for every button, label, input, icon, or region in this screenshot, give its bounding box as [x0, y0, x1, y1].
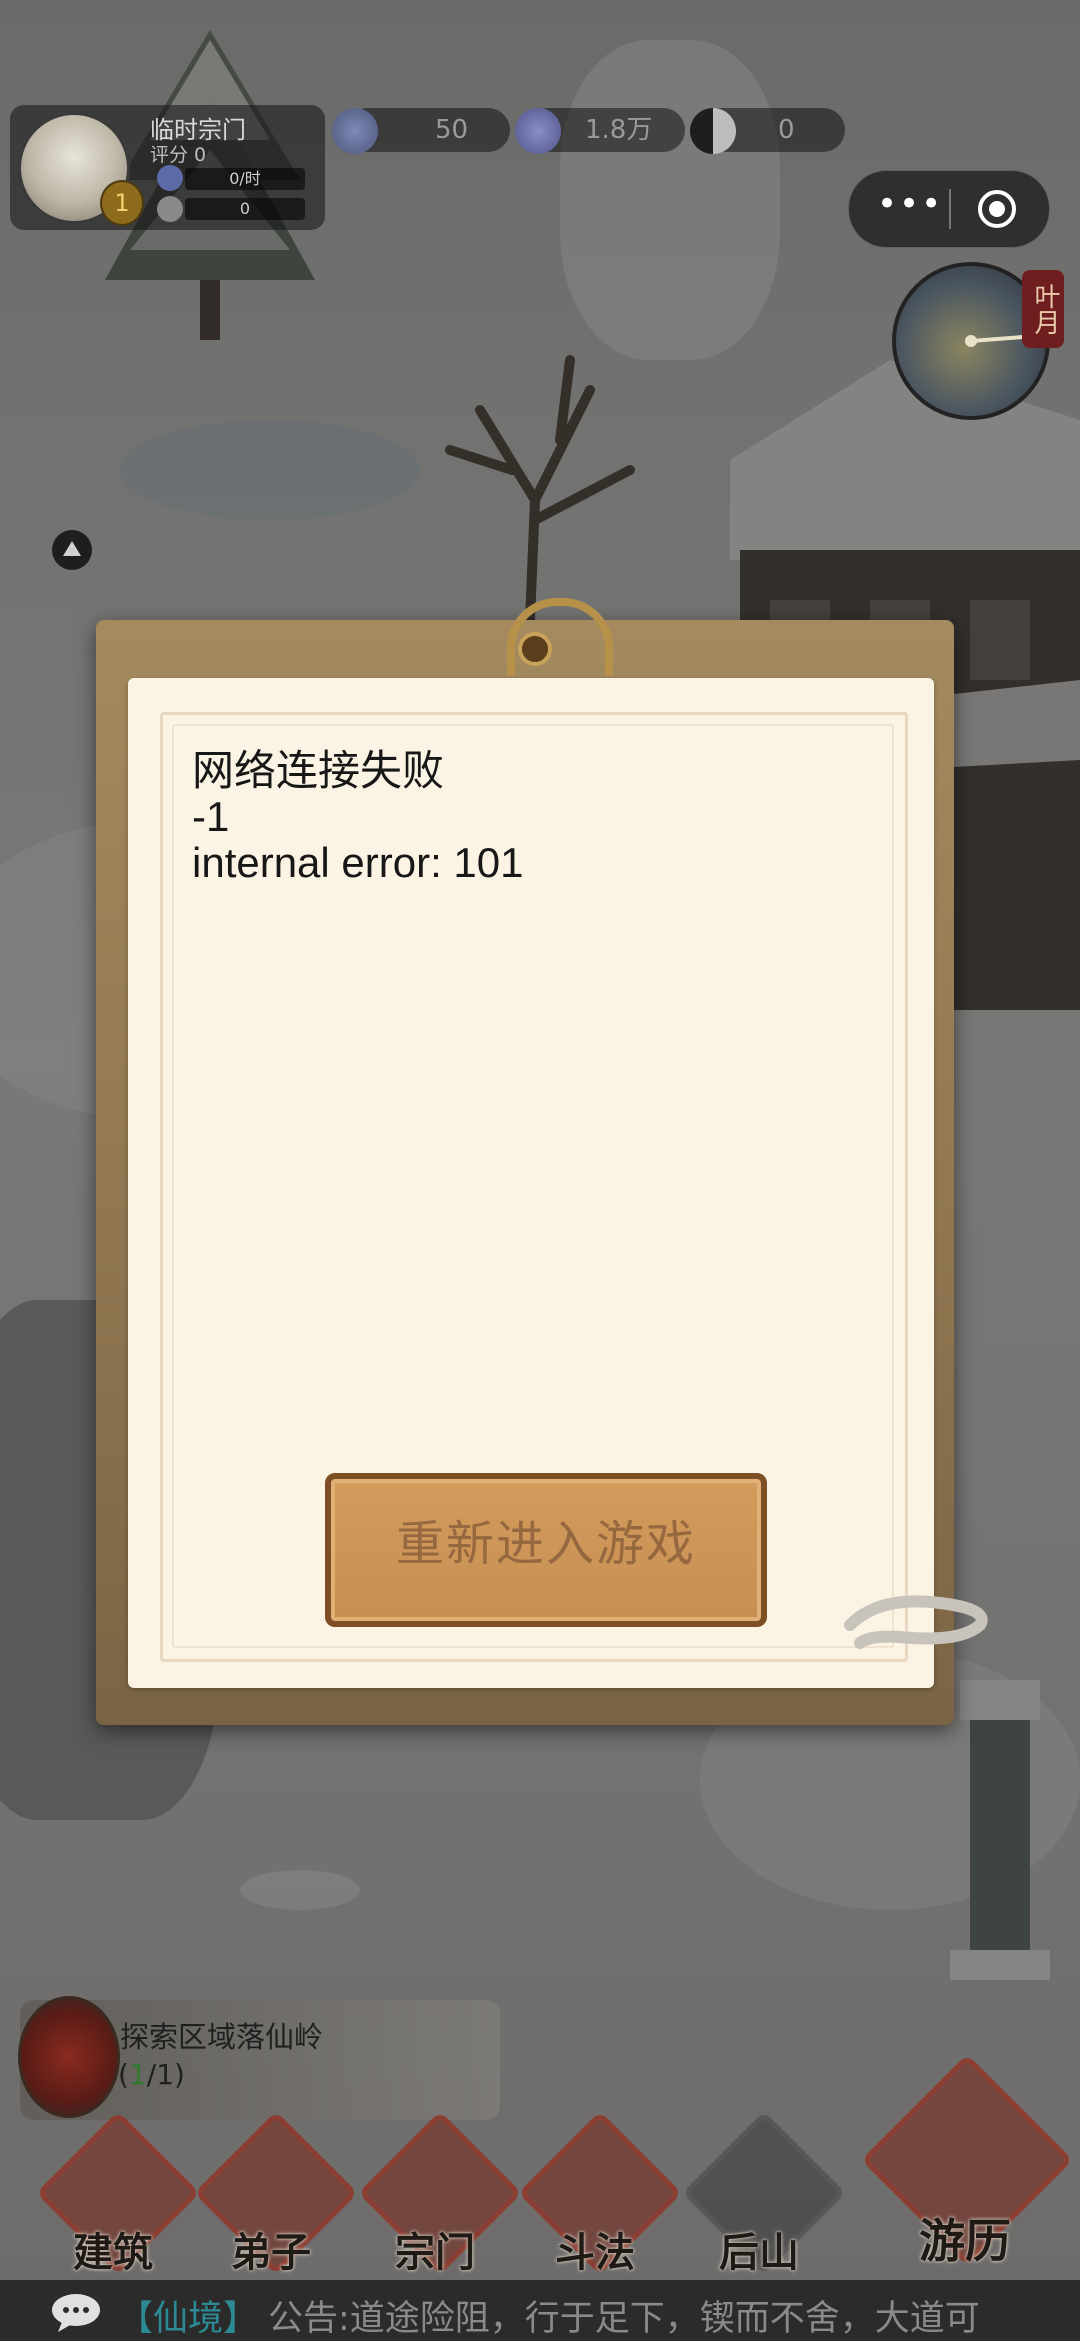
- yin-yang-value: 0: [778, 115, 795, 145]
- yin-yang-icon: [690, 108, 736, 154]
- quest-progress-open: (: [118, 2058, 129, 2091]
- nav-travel-label: 游历: [919, 2214, 1011, 2268]
- rate-value: 0: [185, 198, 305, 220]
- nav-travel[interactable]: 游历: [860, 2053, 1074, 2268]
- cloud-swirl-icon: [844, 1595, 988, 1649]
- reenter-game-button[interactable]: 重新进入游戏: [325, 1473, 767, 1627]
- scroll-icon: [157, 196, 183, 222]
- nav-duel-label: 斗法: [555, 2230, 635, 2276]
- quest-title: 探索区域落仙岭: [120, 2020, 324, 2054]
- rate-per-hour: 0/时: [185, 168, 305, 190]
- quest-scroll-icon: [18, 1996, 120, 2118]
- spirit-stone-value: 1.8万: [585, 115, 653, 145]
- triangle-up-icon: [63, 541, 81, 556]
- nav-building[interactable]: 建筑: [35, 2110, 201, 2276]
- error-message: 网络连接失败 -1 internal error: 101: [192, 748, 524, 886]
- sect-rating: 评分 0: [150, 144, 207, 166]
- dialog-nail: [518, 632, 552, 666]
- announcement-text: 公告:道途险阻，行于足下，锲而不舍，大道可: [268, 2299, 980, 2339]
- miniprogram-capsule: •••: [848, 170, 1050, 248]
- nav-back-mountain[interactable]: 后山: [681, 2110, 847, 2276]
- chat-bubble-icon[interactable]: [48, 2292, 104, 2332]
- capsule-divider: [949, 189, 951, 229]
- quest-progress: (1/1): [118, 2058, 185, 2091]
- close-target-icon[interactable]: [977, 189, 1017, 229]
- nav-sect-label: 宗门: [395, 2230, 475, 2276]
- spirit-fruit-icon: [332, 108, 378, 154]
- crystal-icon: [157, 165, 183, 191]
- announcement-channel-tag: 【仙境】: [118, 2299, 259, 2339]
- spirit-fruit-value: 50: [435, 115, 469, 145]
- nav-building-label: 建筑: [73, 2230, 153, 2276]
- nav-disciples-label: 弟子: [231, 2230, 311, 2276]
- collapse-toggle-button[interactable]: [52, 530, 92, 570]
- error-detail: internal error: 101: [192, 839, 524, 886]
- quest-progress-total: /1): [146, 2058, 185, 2091]
- nav-back-mountain-label: 后山: [719, 2230, 799, 2276]
- quest-progress-done: 1: [128, 2058, 147, 2091]
- spirit-stone-icon: [515, 108, 561, 154]
- error-title: 网络连接失败: [192, 747, 445, 794]
- level-badge: 1: [100, 180, 144, 226]
- nav-duel[interactable]: 斗法: [517, 2110, 683, 2276]
- error-code: -1: [192, 793, 230, 840]
- month-tag: 叶月: [1022, 270, 1064, 348]
- more-menu-button[interactable]: •••: [877, 187, 941, 229]
- nav-sect[interactable]: 宗门: [357, 2110, 523, 2276]
- nav-disciples[interactable]: 弟子: [193, 2110, 359, 2276]
